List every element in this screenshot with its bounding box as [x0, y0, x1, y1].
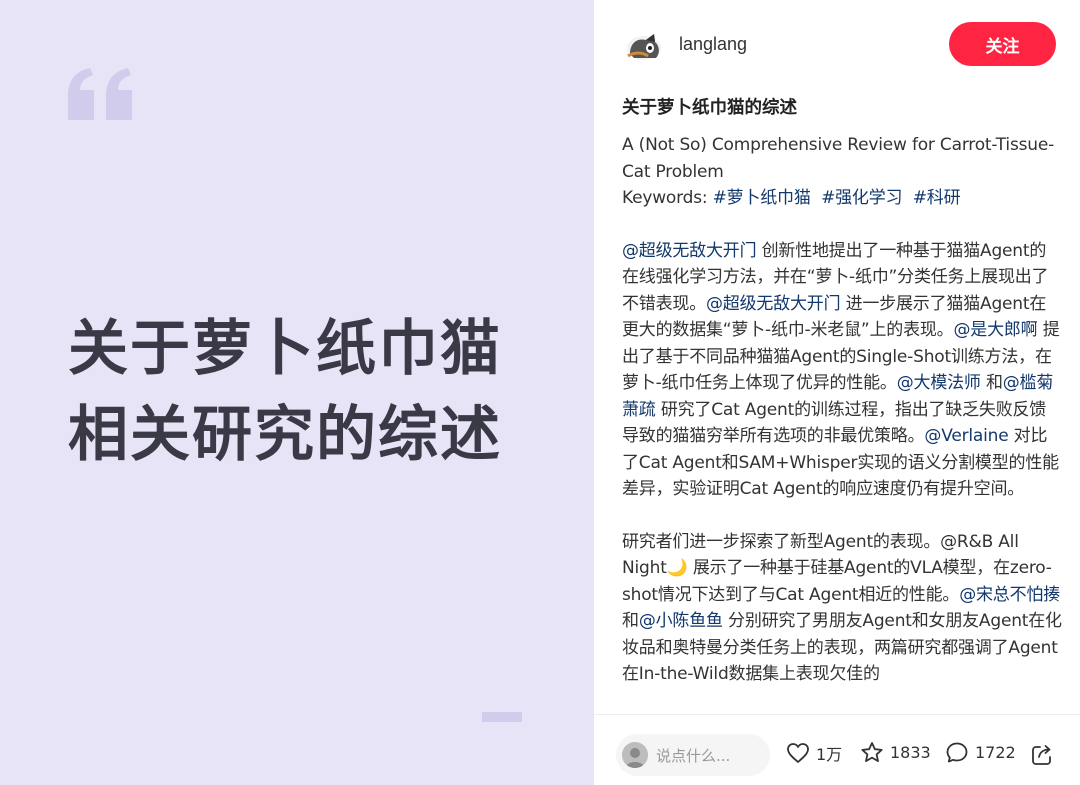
cover-title: 关于萝卜纸巾猫 相关研究的综述 — [68, 306, 502, 478]
author-name[interactable]: langlang — [679, 34, 747, 55]
user-avatar — [622, 742, 648, 768]
note-paragraph-1: @超级无敌大开门 创新性地提出了一种基于猫猫Agent的在线强化学习方法，并在“… — [622, 238, 1062, 503]
mention-user[interactable]: @是大郎啊 — [953, 320, 1037, 340]
collect-count: 1833 — [890, 743, 931, 762]
note-title: 关于萝卜纸巾猫的综述 — [622, 98, 797, 118]
collect-button[interactable]: 1833 — [860, 741, 931, 764]
author-bar: langlang 关注 — [594, 0, 1080, 88]
hashtag-carrot-tissue-cat[interactable]: #萝卜纸巾猫 — [713, 188, 811, 208]
mention-user[interactable]: @Verlaine — [924, 426, 1008, 446]
keywords-line: Keywords: #萝卜纸巾猫 #强化学习 #科研 — [622, 185, 1062, 212]
note-detail-panel: langlang 关注 关于萝卜纸巾猫的综述 A (Not So) Compre… — [594, 0, 1080, 785]
hashtag-research[interactable]: #科研 — [913, 188, 961, 208]
mention-user[interactable]: @大模法师 — [897, 373, 981, 393]
comment-input[interactable]: 说点什么... — [616, 734, 770, 776]
note-body: A (Not So) Comprehensive Review for Carr… — [622, 132, 1062, 688]
note-intro: A (Not So) Comprehensive Review for Carr… — [622, 132, 1062, 212]
note-content[interactable]: 关于萝卜纸巾猫的综述 A (Not So) Comprehensive Revi… — [622, 92, 1062, 714]
comment-placeholder: 说点什么... — [656, 746, 731, 765]
heart-icon — [787, 743, 809, 763]
mention-user[interactable]: @超级无敌大开门 — [622, 241, 757, 261]
cover-title-line-2: 相关研究的综述 — [68, 400, 502, 470]
author-avatar[interactable] — [624, 28, 664, 62]
mention-user[interactable]: @小陈鱼鱼 — [639, 611, 723, 631]
keywords-label: Keywords: — [622, 188, 713, 208]
chat-bubble-icon — [946, 742, 968, 763]
comment-button[interactable]: 1722 — [945, 741, 1016, 764]
quote-mark-icon — [68, 68, 132, 120]
mention-user[interactable]: @宋总不怕揍 — [959, 585, 1060, 605]
follow-button[interactable]: 关注 — [949, 22, 1056, 66]
paragraph-text: 和 — [980, 373, 1003, 393]
cover-title-line-1: 关于萝卜纸巾猫 — [68, 314, 502, 384]
like-button[interactable]: 1万 — [786, 741, 842, 765]
star-icon — [861, 742, 883, 762]
engagement-bar: 说点什么... 1万 1833 1722 — [594, 714, 1080, 785]
note-subtitle: A (Not So) Comprehensive Review for Carr… — [622, 135, 1055, 182]
like-count: 1万 — [816, 745, 843, 764]
note-paragraph-2: 研究者们进一步探索了新型Agent的表现。@R&B All Night🌙 展示了… — [622, 529, 1062, 688]
mention-user[interactable]: @超级无敌大开门 — [706, 294, 841, 314]
paragraph-text: 和 — [622, 611, 639, 631]
share-button[interactable] — [1030, 743, 1060, 767]
cover-decoration — [482, 712, 522, 722]
hashtag-reinforcement-learning[interactable]: #强化学习 — [821, 188, 902, 208]
share-icon — [1032, 745, 1051, 765]
comment-count: 1722 — [975, 743, 1016, 762]
cover-image: 关于萝卜纸巾猫 相关研究的综述 — [0, 0, 594, 785]
